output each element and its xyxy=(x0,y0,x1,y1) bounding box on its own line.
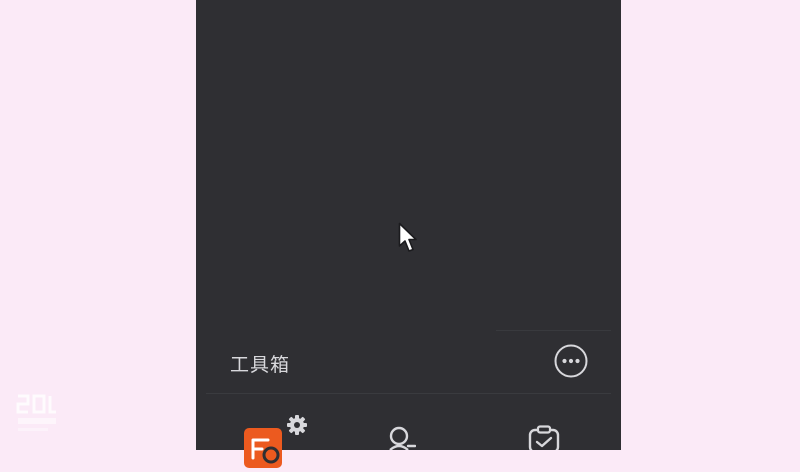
more-button[interactable] xyxy=(554,344,588,378)
toolbox-header: 工具箱 xyxy=(196,331,621,393)
app-settings-icon xyxy=(244,428,282,468)
tool-row xyxy=(196,394,621,468)
tool-app-settings[interactable] xyxy=(240,414,310,468)
tool-user[interactable] xyxy=(386,426,417,451)
more-horizontal-icon xyxy=(554,344,588,378)
task-check-icon xyxy=(528,425,560,454)
mouse-cursor-icon xyxy=(398,222,417,252)
watermark-logo-icon xyxy=(16,394,56,431)
user-add-icon xyxy=(389,426,417,451)
gear-icon xyxy=(287,415,307,435)
tool-task[interactable] xyxy=(526,425,562,454)
toolbox-title: 工具箱 xyxy=(230,354,291,376)
